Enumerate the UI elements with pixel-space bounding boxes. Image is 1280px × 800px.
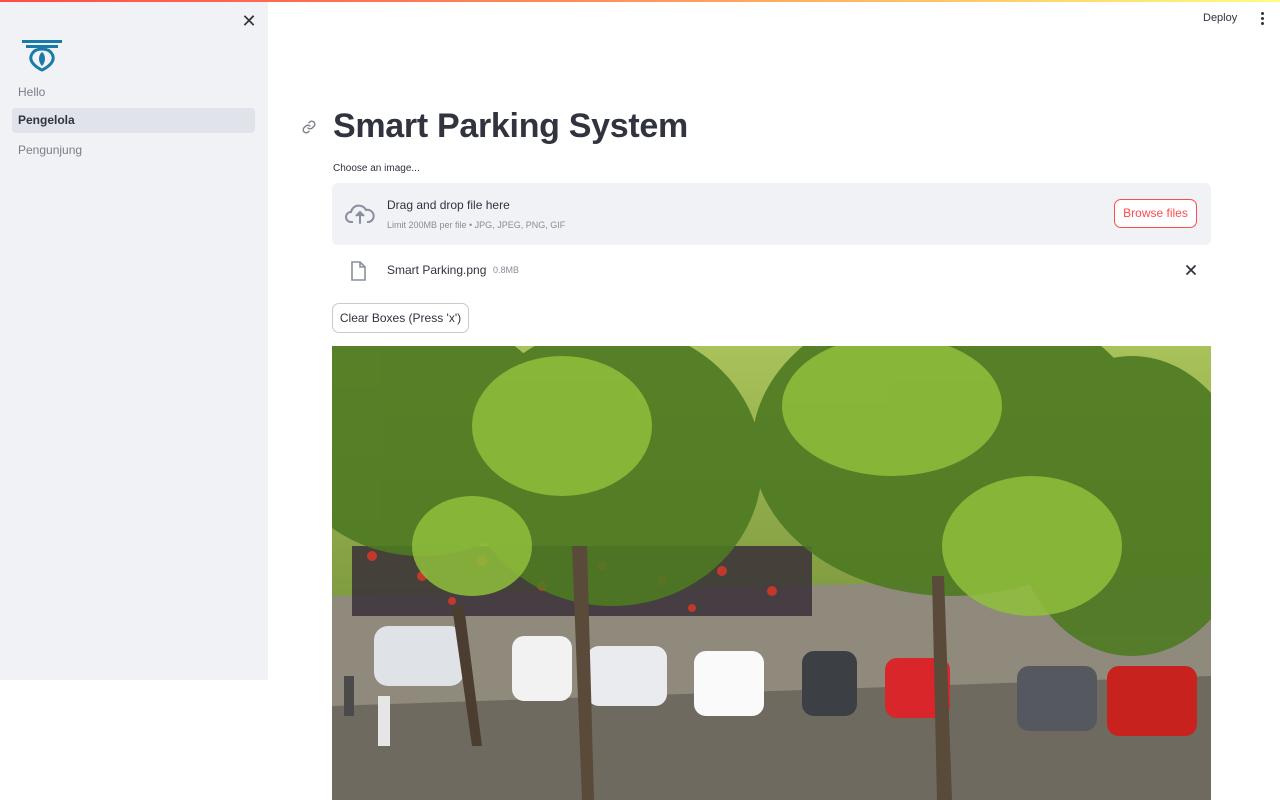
page-title: Smart Parking System [333, 107, 688, 145]
sidebar: ✕ Hello Pengelola Pengunjung [0, 2, 268, 680]
file-name: Smart Parking.png [387, 263, 487, 277]
app-logo[interactable] [20, 38, 64, 72]
uploaded-file-row: Smart Parking.png 0.8MB [332, 256, 1211, 286]
deploy-button[interactable]: Deploy [1203, 12, 1237, 24]
file-dropzone[interactable]: Drag and drop file here Limit 200MB per … [332, 183, 1211, 245]
clear-boxes-button[interactable]: Clear Boxes (Press 'x') [332, 303, 469, 333]
dropzone-limit-text: Limit 200MB per file • JPG, JPEG, PNG, G… [387, 220, 566, 230]
link-icon[interactable] [301, 119, 317, 135]
sidebar-item-hello[interactable]: Hello [12, 80, 255, 105]
uploader-label: Choose an image... [333, 163, 420, 174]
cloud-upload-icon [344, 202, 376, 226]
remove-file-icon[interactable] [1183, 262, 1199, 278]
file-size: 0.8MB [493, 265, 520, 275]
sidebar-item-pengelola[interactable]: Pengelola [12, 108, 255, 133]
file-icon [350, 261, 366, 281]
close-icon[interactable]: ✕ [240, 12, 258, 30]
sidebar-item-pengunjung[interactable]: Pengunjung [12, 138, 255, 163]
kebab-menu-icon[interactable] [1256, 11, 1268, 27]
dropzone-title: Drag and drop file here [387, 198, 510, 212]
browse-files-button[interactable]: Browse files [1114, 199, 1197, 228]
parking-lot-image[interactable] [332, 346, 1211, 800]
